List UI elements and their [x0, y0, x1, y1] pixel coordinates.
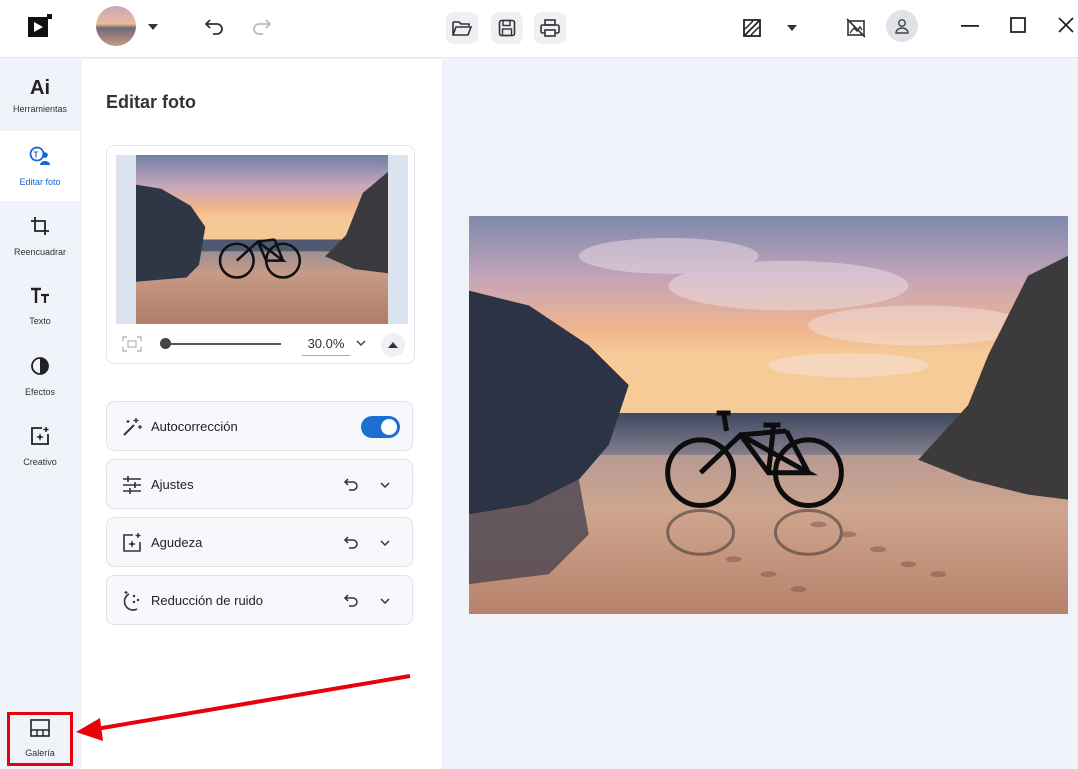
- compare-icon[interactable]: [740, 16, 764, 40]
- redo-icon[interactable]: [250, 14, 274, 38]
- chevron-down-icon[interactable]: [355, 336, 369, 350]
- collapse-preview-button[interactable]: [381, 333, 405, 357]
- image-canvas[interactable]: [442, 59, 1078, 769]
- zoom-controls: 30.0%: [107, 330, 416, 358]
- reset-icon[interactable]: [343, 535, 361, 553]
- sliders-icon: [121, 474, 143, 496]
- print-icon[interactable]: [534, 12, 566, 44]
- nav-item-herramientas[interactable]: Ai Herramientas: [0, 61, 80, 131]
- effects-icon: [30, 356, 50, 381]
- chevron-down-icon[interactable]: [379, 536, 393, 550]
- tool-label: Ajustes: [151, 477, 194, 492]
- nav-label: Herramientas: [12, 104, 68, 114]
- zoom-slider-handle[interactable]: [160, 338, 171, 349]
- panel-title: Editar foto: [106, 92, 196, 112]
- preview-thumbnail: [136, 155, 388, 324]
- nav-label: Texto: [29, 315, 51, 326]
- nav-label: Editar foto: [19, 176, 61, 187]
- left-navigation: Ai Herramientas T Editar foto Reencuadra…: [0, 59, 80, 769]
- magic-wand-icon: [121, 416, 143, 438]
- no-image-icon[interactable]: [844, 16, 868, 40]
- nav-label: Reencuadrar: [13, 246, 67, 257]
- open-folder-icon[interactable]: [446, 12, 478, 44]
- minimize-icon[interactable]: [958, 14, 982, 38]
- nav-item-efectos[interactable]: Efectos: [0, 341, 80, 411]
- main-photo[interactable]: [469, 216, 1068, 614]
- crop-icon: [30, 216, 50, 241]
- tool-ajustes[interactable]: Ajustes: [106, 459, 413, 509]
- nav-label: Creativo: [23, 456, 57, 467]
- zoom-value[interactable]: 30.0%: [302, 334, 350, 356]
- denoise-icon: [121, 590, 143, 612]
- preview-frame: [116, 155, 408, 324]
- chevron-down-icon[interactable]: [379, 594, 393, 608]
- top-toolbar: [0, 0, 1078, 58]
- preview-card: 30.0%: [106, 145, 415, 364]
- reset-icon[interactable]: [343, 593, 361, 611]
- svg-text:T: T: [34, 150, 39, 159]
- tool-label: Autocorrección: [151, 419, 238, 434]
- nav-item-texto[interactable]: Texto: [0, 271, 80, 341]
- chevron-down-icon[interactable]: [379, 478, 393, 492]
- edit-photo-icon: T: [29, 146, 51, 171]
- tool-label: Reducción de ruido: [151, 593, 264, 608]
- chevron-down-icon[interactable]: [785, 21, 799, 35]
- autocorrect-toggle[interactable]: [361, 416, 400, 438]
- app-logo-icon: [24, 12, 54, 42]
- tool-reduccion-ruido[interactable]: Reducción de ruido: [106, 575, 413, 625]
- zoom-slider-track[interactable]: [163, 343, 281, 345]
- gallery-highlight-box: [7, 712, 73, 766]
- nav-item-editar-foto[interactable]: T Editar foto: [0, 131, 80, 201]
- chevron-down-icon[interactable]: [146, 20, 160, 34]
- text-icon: [30, 287, 50, 310]
- nav-label: Efectos: [24, 386, 55, 397]
- nav-item-creativo[interactable]: Creativo: [0, 411, 80, 481]
- tool-label: Agudeza: [151, 535, 203, 550]
- creative-icon: [30, 426, 50, 451]
- tool-agudeza[interactable]: Agudeza: [106, 517, 413, 567]
- photo-avatar[interactable]: [96, 6, 136, 46]
- tool-autocorreccion[interactable]: Autocorrección: [106, 401, 413, 451]
- undo-icon[interactable]: [202, 14, 226, 38]
- nav-item-reencuadrar[interactable]: Reencuadrar: [0, 201, 80, 271]
- save-icon[interactable]: [491, 12, 523, 44]
- ai-icon: Ai: [30, 77, 50, 99]
- fit-to-screen-icon[interactable]: [122, 336, 142, 352]
- sharpen-icon: [121, 532, 143, 554]
- close-icon[interactable]: [1054, 13, 1078, 37]
- edit-photo-panel: Editar foto 30.0% Autocorrección Ajustes…: [82, 59, 442, 769]
- user-account-icon[interactable]: [886, 10, 918, 42]
- maximize-icon[interactable]: [1006, 13, 1030, 37]
- reset-icon[interactable]: [343, 477, 361, 495]
